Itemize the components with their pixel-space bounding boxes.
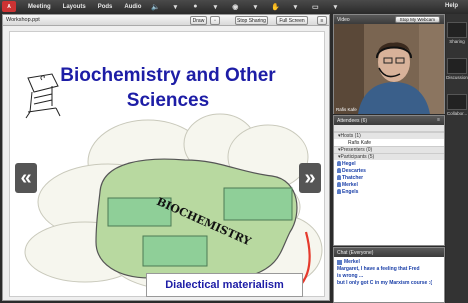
person-icon <box>337 161 341 166</box>
chat-sender: Merkel <box>344 259 360 265</box>
presenters-header: Presenters (0) <box>340 147 373 153</box>
video-pod-title: Video <box>337 16 350 23</box>
pod-options-icon[interactable]: ≡ <box>317 16 327 25</box>
attendee-row[interactable]: Engels <box>334 188 444 195</box>
attendee-name: Descartes <box>342 167 366 174</box>
hosts-header: Hosts (1) <box>340 133 361 139</box>
chevron-down-icon[interactable]: ▾ <box>209 2 221 11</box>
chevron-down-icon[interactable]: ▾ <box>329 2 341 11</box>
layout-discussion-thumbnail[interactable] <box>447 58 467 74</box>
video-name-tag: Rafis Kafe <box>336 107 357 112</box>
attendee-row[interactable]: Descartes <box>334 167 444 174</box>
menu-layouts[interactable]: Layouts <box>63 4 86 10</box>
chat-message: Margaret, I have a feeling that Fred <box>337 266 420 272</box>
chevron-down-icon[interactable]: ▾ <box>289 2 301 11</box>
adobe-logo-icon: A <box>2 1 16 12</box>
person-icon <box>337 182 341 187</box>
attendee-row[interactable]: Thatcher <box>334 174 444 181</box>
stop-webcam-button[interactable]: Stop My Webcam <box>394 16 440 23</box>
layouts-sidebar: Sharing Discussion Collabor... <box>446 14 468 303</box>
attendee-row[interactable]: Hegel <box>334 160 444 167</box>
layout-collaboration-thumbnail[interactable] <box>447 94 467 110</box>
attendee-name: Engels <box>342 188 359 195</box>
attendee-row[interactable]: Merkel <box>334 181 444 188</box>
menu-audio[interactable]: Audio <box>124 4 141 10</box>
presentation-slide: Biochemistry and Other Sciences BIOCHEMI… <box>9 31 325 297</box>
attendee-name: Thatcher <box>342 174 364 181</box>
full-screen-button[interactable]: Full Screen <box>276 16 308 25</box>
chat-message: is wrong ... <box>337 273 364 279</box>
raise-hand-icon[interactable]: ✋ <box>269 2 281 11</box>
person-icon <box>337 175 341 180</box>
menu-meeting[interactable]: Meeting <box>28 4 51 10</box>
speaker-icon[interactable]: 🔈 <box>149 2 161 11</box>
layout-collaboration-label[interactable]: Collabor... <box>446 111 468 116</box>
fit-icon[interactable]: ▫ <box>210 16 220 25</box>
share-pod-title: Workshop.ppt <box>6 17 40 23</box>
previous-slide-button[interactable]: « <box>15 163 37 193</box>
share-screen-icon[interactable]: ▭ <box>309 2 321 11</box>
layout-sharing-label[interactable]: Sharing <box>446 39 468 44</box>
menu-pods[interactable]: Pods <box>98 4 113 10</box>
attendees-pod: Attendees (6) ≡ ▾ Hosts (1) Rafis Kafe ▾… <box>333 115 445 246</box>
dialectical-materialism-label: Dialectical materialism <box>146 273 303 297</box>
attendee-name: Merkel <box>342 181 358 188</box>
pod-menu-icon[interactable]: ≡ <box>437 117 440 123</box>
menu-bar: A Meeting Layouts Pods Audio 🔈 ▾ ● ▾ ◉ ▾… <box>0 0 468 13</box>
chevron-down-icon[interactable]: ▾ <box>169 2 181 11</box>
chat-title: Chat (Everyone) <box>337 249 374 256</box>
hosts-section[interactable]: ▾ Hosts (1) <box>334 132 444 139</box>
venn-diagram <box>24 113 323 296</box>
stop-sharing-button[interactable]: Stop Sharing <box>235 16 268 25</box>
attendee-name: Hegel <box>342 160 356 167</box>
chat-messages: Merkel Margaret, I have a feeling that F… <box>334 257 444 289</box>
draw-button[interactable]: Draw <box>190 16 207 25</box>
person-icon <box>337 168 341 173</box>
webcam-icon[interactable]: ◉ <box>229 2 241 11</box>
chat-message: but I only got C in my Marxism course :( <box>337 280 433 286</box>
attendees-title: Attendees (6) <box>337 117 368 124</box>
participants-section[interactable]: ▾ Participants (5) <box>334 153 444 160</box>
webcam-person-image <box>334 24 444 114</box>
chat-pod: Chat (Everyone) Merkel Margaret, I have … <box>333 247 445 303</box>
share-pod: Workshop.ppt Draw ▫ Stop Sharing Full Sc… <box>2 14 330 301</box>
chat-sender-row: Merkel <box>337 259 441 266</box>
chat-pod-header: Chat (Everyone) <box>334 248 444 257</box>
person-icon <box>337 189 341 194</box>
right-column: Video Stop My Webcam Rafis Kafe Attendee… <box>333 14 445 303</box>
layout-discussion-label[interactable]: Discussion <box>446 75 468 80</box>
presenters-section[interactable]: ▾ Presenters (0) <box>334 146 444 153</box>
attendee-row[interactable]: Rafis Kafe <box>334 139 444 146</box>
microphone-icon[interactable]: ● <box>189 2 201 11</box>
host-name: Rafis Kafe <box>348 139 372 146</box>
video-pod-header: Video Stop My Webcam <box>334 15 444 24</box>
layout-sharing-thumbnail[interactable] <box>447 22 467 38</box>
attendees-pod-header: Attendees (6) ≡ <box>334 116 444 125</box>
chevron-down-icon[interactable]: ▾ <box>249 2 261 11</box>
person-icon <box>337 260 342 265</box>
share-pod-title-bar: Workshop.ppt Draw ▫ Stop Sharing Full Sc… <box>3 15 329 26</box>
attendees-toolbar <box>334 125 444 132</box>
webcam-video: Rafis Kafe <box>334 24 444 114</box>
video-pod: Video Stop My Webcam Rafis Kafe <box>333 14 445 114</box>
menu-help[interactable]: Help <box>445 3 458 9</box>
next-slide-button[interactable]: » <box>299 163 321 193</box>
